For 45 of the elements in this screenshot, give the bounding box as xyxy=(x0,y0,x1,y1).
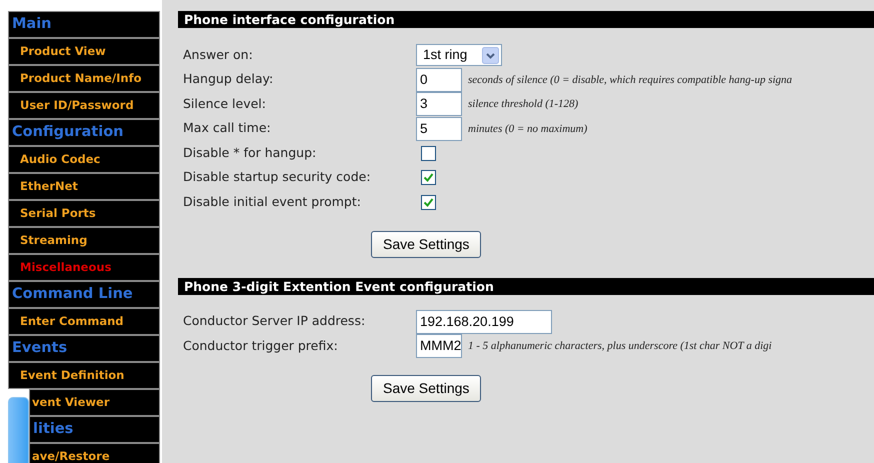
field-label: Disable startup security code: xyxy=(183,168,372,186)
sidebar-heading: Main xyxy=(8,11,160,38)
save-button[interactable]: Save Settings xyxy=(371,374,482,402)
field-label: Conductor trigger prefix: xyxy=(183,336,339,355)
check-icon xyxy=(423,196,434,208)
sidebar-item[interactable]: Audio Codec xyxy=(8,146,160,173)
sidebar-item[interactable]: Streaming xyxy=(8,227,160,254)
hint-text: 1 - 5 alphanumeric characters, plus underscore (1st char NOT a digi xyxy=(468,339,772,354)
hint-text: seconds of silence (0 = disable, which requires compatible hang-up signa xyxy=(468,72,792,88)
field-label: Conductor Server IP address: xyxy=(183,312,366,330)
checkbox[interactable] xyxy=(421,194,436,210)
checkbox[interactable] xyxy=(421,170,436,186)
sidebar-item[interactable]: ave/Restore xyxy=(29,443,160,463)
field-label: Disable * for hangup: xyxy=(183,144,318,162)
sidebar-item[interactable]: vent Viewer xyxy=(29,389,160,416)
section-header: Phone 3-digit Extention Event configuration xyxy=(178,278,874,294)
sidebar-item[interactable]: Product Name/Info xyxy=(8,65,160,92)
input-field[interactable]: 192.168.20.199 xyxy=(416,310,552,334)
sidebar-item[interactable]: Serial Ports xyxy=(8,200,160,227)
field-label: Silence level: xyxy=(183,94,267,113)
check-icon xyxy=(423,172,434,184)
sidebar-item[interactable]: Miscellaneous xyxy=(8,254,160,281)
input-field[interactable]: 3 xyxy=(416,92,462,116)
sidebar-heading: lities xyxy=(29,416,160,443)
sidebar-item[interactable]: Product View xyxy=(8,38,160,65)
field-label: Disable initial event prompt: xyxy=(183,192,362,211)
field-label: Answer on: xyxy=(183,46,254,64)
sidebar-heading: Command Line xyxy=(8,281,160,308)
sidebar-item[interactable]: User ID/Password xyxy=(8,92,160,119)
checkbox[interactable] xyxy=(421,146,436,161)
sidebar-item[interactable]: EtherNet xyxy=(8,173,160,200)
field-label: Hangup delay: xyxy=(183,70,274,88)
hint-text: minutes (0 = no maximum) xyxy=(468,122,588,136)
hint-text: silence threshold (1-128) xyxy=(468,97,578,112)
sidebar-item[interactable]: Enter Command xyxy=(8,308,160,335)
field-label: Max call time: xyxy=(183,119,272,138)
save-button[interactable]: Save Settings xyxy=(371,230,482,258)
sidebar-heading: Events xyxy=(8,335,160,362)
input-field[interactable]: MMM2 xyxy=(416,334,462,358)
answer-dropdown[interactable]: 1st ring xyxy=(416,44,502,66)
sidebar-heading: Configuration xyxy=(8,119,160,146)
sidebar-item[interactable]: Event Definition xyxy=(8,362,160,389)
input-field[interactable]: 5 xyxy=(416,116,462,141)
input-field[interactable]: 0 xyxy=(416,68,462,92)
section-header: Phone interface configuration xyxy=(178,11,874,28)
